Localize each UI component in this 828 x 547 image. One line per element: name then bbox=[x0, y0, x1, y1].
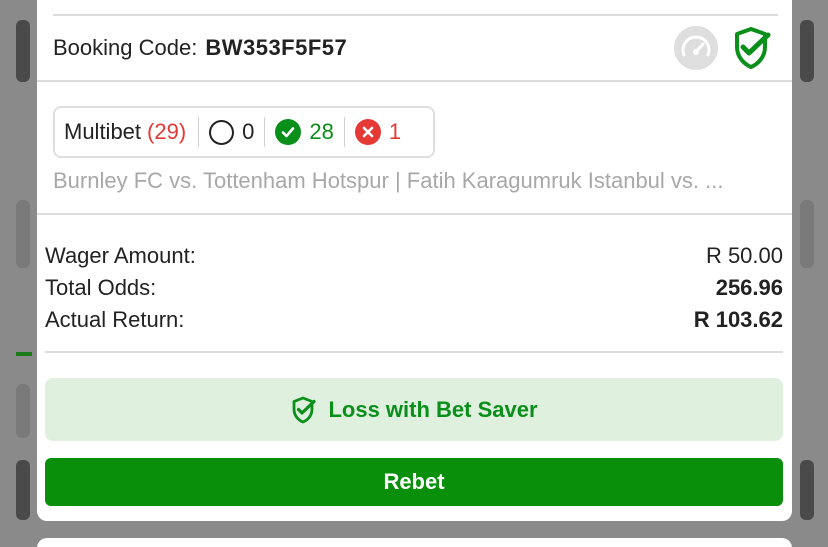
return-row: Actual Return: R 103.62 bbox=[45, 305, 783, 335]
background-panel bbox=[16, 460, 30, 520]
divider bbox=[37, 80, 792, 82]
odds-label: Total Odds: bbox=[45, 275, 157, 300]
bet-status-banner: Loss with Bet Saver bbox=[45, 378, 783, 441]
background-panel bbox=[16, 20, 30, 82]
multibet-count: (29) bbox=[147, 119, 187, 144]
separator bbox=[343, 117, 345, 147]
lost-count: 1 bbox=[388, 119, 402, 144]
background-panel bbox=[800, 200, 814, 268]
bet-status-text: Loss with Bet Saver bbox=[328, 396, 538, 422]
background-panel bbox=[800, 20, 814, 82]
divider bbox=[37, 213, 792, 215]
wager-row: Wager Amount: R 50.00 bbox=[45, 241, 783, 271]
wager-value: R 50.00 bbox=[705, 243, 783, 268]
divider bbox=[53, 14, 778, 16]
multibet-summary[interactable]: Multibet (29) 0 28 1 bbox=[53, 106, 435, 158]
booking-code-row: Booking Code: BW353F5F57 bbox=[53, 32, 347, 64]
check-circle-icon bbox=[275, 119, 302, 145]
shield-check-icon[interactable] bbox=[729, 25, 773, 71]
background-accent bbox=[16, 352, 32, 356]
matches-preview[interactable]: Burnley FC vs. Tottenham Hotspur | Fatih… bbox=[53, 168, 778, 198]
wager-label: Wager Amount: bbox=[45, 243, 196, 268]
multibet-label: Multibet bbox=[64, 119, 142, 144]
x-circle-icon bbox=[354, 119, 381, 145]
odds-value: 256.96 bbox=[715, 275, 783, 300]
booking-code-label: Booking Code: bbox=[53, 35, 198, 60]
pending-circle-icon bbox=[209, 119, 235, 145]
background-panel bbox=[800, 460, 814, 520]
rebet-button[interactable]: Rebet bbox=[45, 458, 783, 506]
odds-row: Total Odds: 256.96 bbox=[45, 273, 783, 303]
return-label: Actual Return: bbox=[45, 307, 185, 332]
divider bbox=[45, 351, 783, 353]
pending-count: 0 bbox=[242, 119, 255, 144]
next-bet-card bbox=[37, 538, 792, 547]
background-panel bbox=[16, 384, 30, 438]
return-value: R 103.62 bbox=[693, 307, 783, 332]
speedometer-icon[interactable] bbox=[674, 26, 718, 70]
booking-code-value[interactable]: BW353F5F57 bbox=[205, 35, 347, 61]
background-panel bbox=[16, 200, 30, 268]
shield-check-icon bbox=[293, 396, 317, 423]
separator bbox=[264, 117, 266, 147]
separator bbox=[198, 117, 200, 147]
won-count: 28 bbox=[309, 119, 334, 144]
